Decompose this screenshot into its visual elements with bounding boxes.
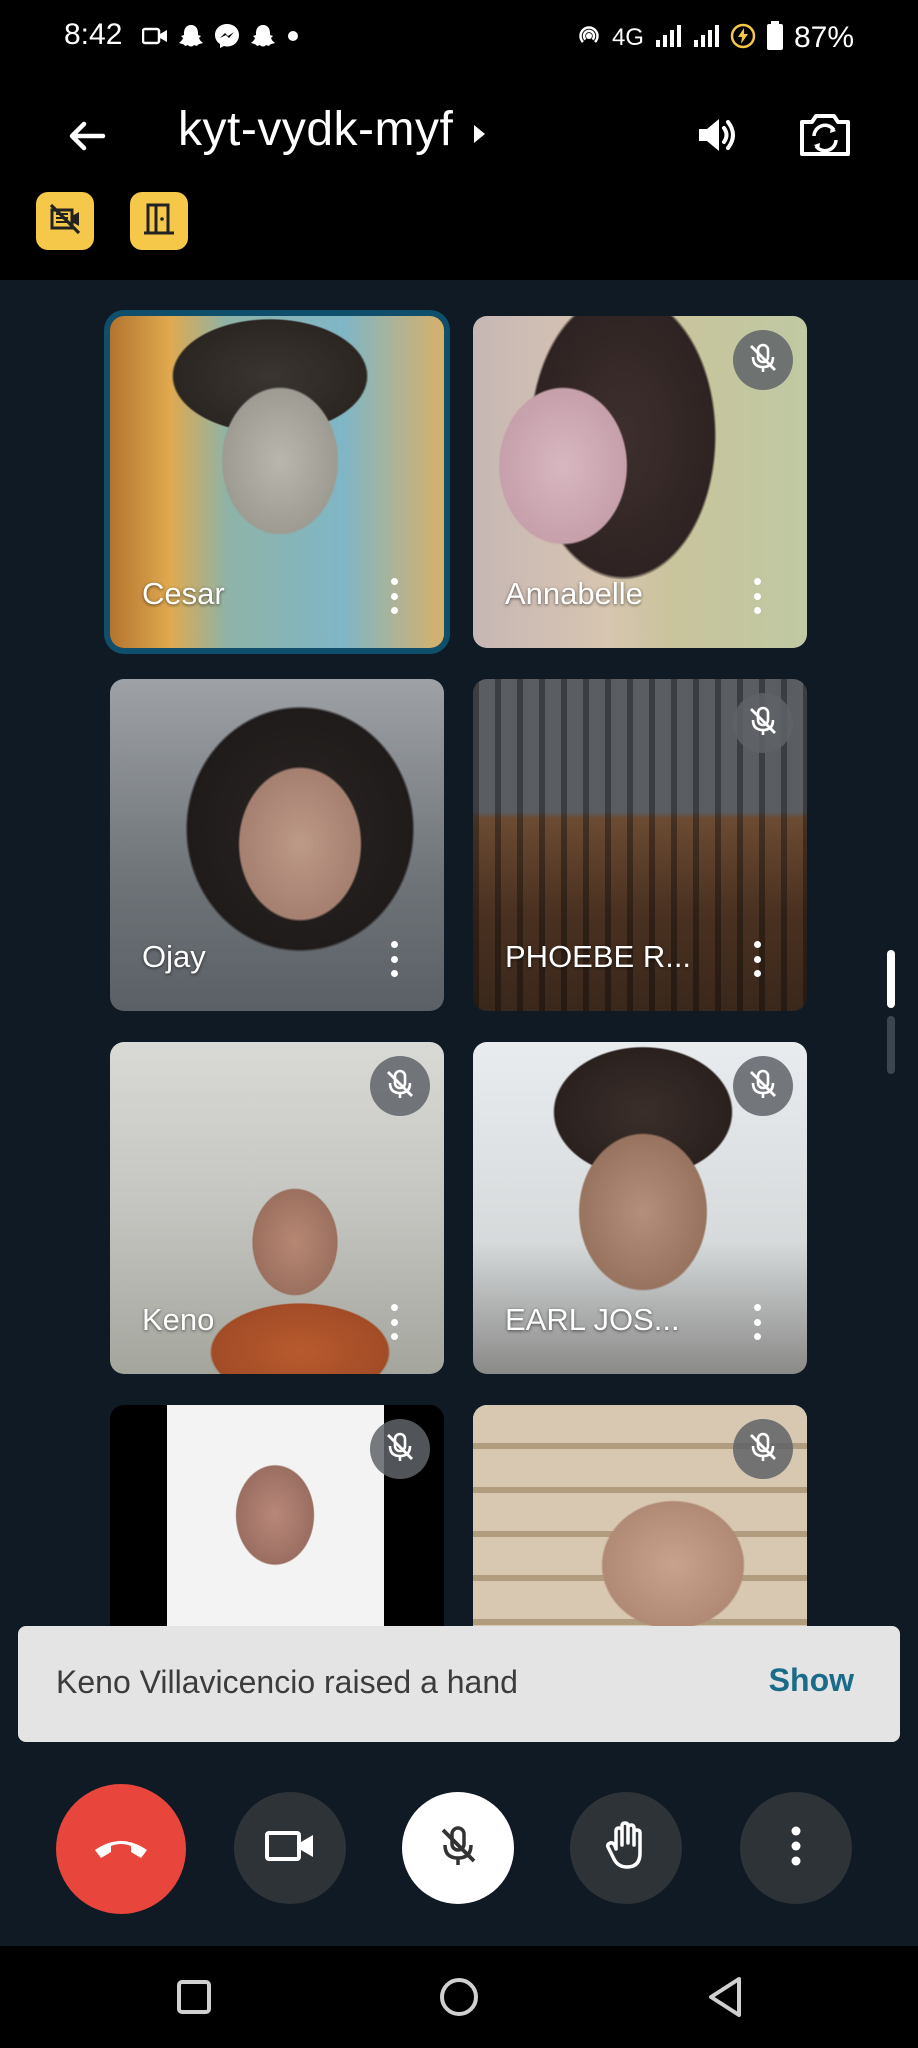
charging-icon <box>730 23 756 54</box>
participant-tile[interactable]: Keno <box>110 1042 444 1374</box>
home-button[interactable] <box>424 1964 494 2034</box>
back-button[interactable] <box>56 108 116 168</box>
notification-message: Keno Villavicencio raised a hand <box>56 1664 518 1700</box>
muted-indicator <box>370 1056 430 1116</box>
participant-tile[interactable]: PHOEBE R... <box>473 679 807 1011</box>
participant-name: Keno <box>142 1302 215 1337</box>
speaker-button[interactable] <box>684 104 750 170</box>
muted-indicator <box>733 330 793 390</box>
mic-off-icon <box>434 1822 482 1875</box>
participant-name: PHOEBE R... <box>505 939 692 974</box>
more-vertical-icon <box>753 941 761 948</box>
participant-tile[interactable]: Ojay <box>110 679 444 1011</box>
participant-name: Cesar <box>142 576 225 611</box>
door-icon <box>142 201 176 242</box>
back-icon <box>705 1975 745 2024</box>
raised-hand-notification: Keno Villavicencio raised a hand Show <box>18 1626 900 1742</box>
status-indicators: 4G 87% <box>576 18 854 58</box>
snapchat-icon <box>178 23 204 54</box>
end-call-button[interactable] <box>56 1784 186 1914</box>
participant-name: Annabelle <box>505 576 643 611</box>
home-icon <box>437 1975 481 2024</box>
system-navigation-bar <box>0 1946 918 2048</box>
system-back-button[interactable] <box>690 1964 760 2034</box>
more-vertical-icon <box>390 941 398 948</box>
notification-icons <box>141 20 300 56</box>
no-recording-icon <box>47 201 83 242</box>
arrow-back-icon <box>65 115 107 162</box>
more-vertical-icon <box>753 578 761 585</box>
camera-button[interactable] <box>234 1792 346 1904</box>
participant-options-button[interactable] <box>382 937 406 981</box>
scrollbar-track[interactable] <box>887 1016 895 1074</box>
battery-icon <box>766 20 784 56</box>
mic-off-icon <box>745 703 781 744</box>
participant-tile[interactable]: Cesar <box>110 316 444 648</box>
muted-indicator <box>733 693 793 753</box>
caret-right-icon <box>471 102 487 157</box>
muted-indicator <box>733 1419 793 1479</box>
mic-off-icon <box>382 1066 418 1107</box>
participant-grid[interactable]: Cesar Annabelle Ojay PHOEBE R... Keno EA… <box>0 280 918 1626</box>
meeting-header: kyt-vydk-myf <box>0 78 918 280</box>
mic-off-icon <box>382 1429 418 1470</box>
muted-indicator <box>733 1056 793 1116</box>
more-vertical-icon <box>390 1304 398 1311</box>
muted-indicator <box>370 1419 430 1479</box>
network-type: 4G <box>611 24 644 51</box>
video-camera-icon <box>141 25 168 52</box>
breakout-room-badge[interactable] <box>130 192 188 250</box>
more-vertical-icon <box>390 578 398 585</box>
participant-options-button[interactable] <box>382 574 406 618</box>
participant-options-button[interactable] <box>745 937 769 981</box>
show-button[interactable]: Show <box>769 1662 854 1699</box>
dot-icon <box>286 29 300 48</box>
participant-name: EARL JOS... <box>505 1302 680 1337</box>
meeting-code: kyt-vydk-myf <box>178 103 454 156</box>
switch-camera-button[interactable] <box>792 104 858 170</box>
more-vertical-icon <box>790 1826 802 1871</box>
messenger-icon <box>214 23 240 54</box>
mic-off-icon <box>745 1429 781 1470</box>
switch-camera-icon <box>798 110 852 165</box>
end-call-icon <box>91 1832 151 1867</box>
signal-icon <box>654 24 682 53</box>
more-vertical-icon <box>753 1304 761 1311</box>
participant-options-button[interactable] <box>382 1300 406 1344</box>
participant-tile[interactable] <box>110 1405 444 1626</box>
participant-options-button[interactable] <box>745 1300 769 1344</box>
microphone-button[interactable] <box>402 1792 514 1904</box>
recent-apps-icon <box>174 1977 214 2022</box>
recording-disabled-badge[interactable] <box>36 192 94 250</box>
raise-hand-button[interactable] <box>570 1792 682 1904</box>
video-camera-icon <box>264 1826 316 1871</box>
participant-tile[interactable] <box>473 1405 807 1626</box>
more-options-button[interactable] <box>740 1792 852 1904</box>
speaker-icon <box>693 111 741 164</box>
scrollbar-thumb[interactable] <box>887 950 895 1008</box>
meeting-title[interactable]: kyt-vydk-myf <box>178 102 487 157</box>
mic-off-icon <box>745 1066 781 1107</box>
participant-options-button[interactable] <box>745 574 769 618</box>
raise-hand-icon <box>602 1819 650 1878</box>
participant-tile[interactable]: Annabelle <box>473 316 807 648</box>
status-time: 8:42 <box>64 18 123 51</box>
recent-apps-button[interactable] <box>159 1964 229 2034</box>
mic-off-icon <box>745 340 781 381</box>
hotspot-icon <box>576 23 602 54</box>
participant-name: Ojay <box>142 939 206 974</box>
participant-tile[interactable]: EARL JOS... <box>473 1042 807 1374</box>
signal-icon <box>692 24 720 53</box>
snapchat-icon <box>250 23 276 54</box>
call-controls <box>0 1742 918 1946</box>
status-bar: 8:42 4G 87% <box>0 0 918 78</box>
battery-percent: 87% <box>793 21 854 54</box>
